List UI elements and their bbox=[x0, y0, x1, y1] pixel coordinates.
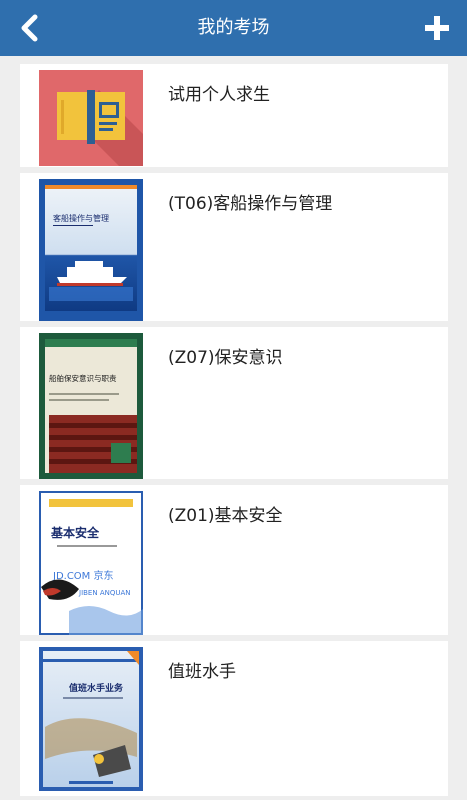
svg-text:JIBEN ANQUAN: JIBEN ANQUAN bbox=[78, 589, 131, 597]
list-item[interactable]: 客船操作与管理 (T06)客船操作与管理 bbox=[20, 173, 448, 321]
book-cover-image: 基本安全 JD.COM 京东 JIBEN ANQUAN bbox=[39, 491, 143, 635]
exam-name: 值班水手 bbox=[168, 662, 236, 682]
svg-text:值班水手业务: 值班水手业务 bbox=[69, 682, 124, 694]
exam-name: 试用个人求生 bbox=[168, 85, 270, 105]
exam-name: (T06)客船操作与管理 bbox=[168, 194, 333, 214]
svg-text:客船操作与管理: 客船操作与管理 bbox=[53, 213, 109, 223]
book-cover-image: 值班水手业务 bbox=[39, 647, 143, 791]
list-item[interactable]: 船舶保安意识与职责 (Z07)保安意识 bbox=[20, 327, 448, 479]
svg-text:基本安全: 基本安全 bbox=[50, 525, 100, 540]
add-button[interactable] bbox=[417, 8, 457, 48]
list-item[interactable]: 值班水手业务 值班水手 bbox=[20, 641, 448, 796]
exam-name: (Z07)保安意识 bbox=[168, 348, 283, 368]
list-item[interactable]: 基本安全 JD.COM 京东 JIBEN ANQUAN (Z01)基本安全 bbox=[20, 485, 448, 635]
plus-icon bbox=[425, 16, 449, 40]
book-cover-image: 客船操作与管理 bbox=[39, 179, 143, 321]
top-bar: 我的考场 bbox=[0, 0, 467, 56]
svg-text:船舶保安意识与职责: 船舶保安意识与职责 bbox=[49, 373, 117, 383]
exam-name: (Z01)基本安全 bbox=[168, 506, 283, 526]
page-title: 我的考场 bbox=[197, 17, 270, 38]
book-cover-image: 船舶保安意识与职责 bbox=[39, 333, 143, 479]
list-item[interactable]: 试用个人求生 bbox=[20, 64, 448, 167]
book-icon bbox=[39, 70, 143, 166]
